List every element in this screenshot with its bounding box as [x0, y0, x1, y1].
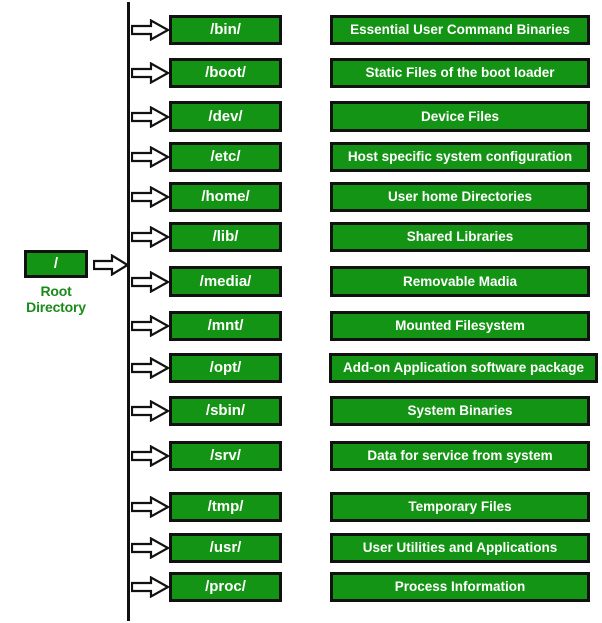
directory-box[interactable]: /srv/	[169, 441, 282, 471]
description-box-label: Add-on Application software package	[342, 360, 585, 375]
directory-box[interactable]: /sbin/	[169, 396, 282, 426]
directory-box-label: /sbin/	[205, 402, 246, 419]
description-box[interactable]: Temporary Files	[330, 492, 590, 522]
connector-arrow-icon	[131, 400, 171, 422]
directory-box[interactable]: /tmp/	[169, 492, 282, 522]
description-box[interactable]: Data for service from system	[330, 441, 590, 471]
filesystem-hierarchy-diagram: / Root Directory /bin/Essential User Com…	[0, 0, 602, 623]
description-box-label: Data for service from system	[367, 448, 553, 463]
connector-arrow-icon	[131, 496, 171, 518]
directory-box[interactable]: /etc/	[169, 142, 282, 172]
connector-arrow-icon	[131, 537, 171, 559]
description-box-label: User Utilities and Applications	[362, 540, 558, 555]
directory-box-label: /srv/	[210, 447, 241, 464]
directory-box[interactable]: /proc/	[169, 572, 282, 602]
connector-arrow-icon	[131, 146, 171, 168]
connector-arrow-icon	[131, 62, 171, 84]
description-box-label: Static Files of the boot loader	[365, 65, 555, 80]
directory-box[interactable]: /usr/	[169, 533, 282, 563]
directory-box-label: /lib/	[212, 228, 239, 245]
directory-box-label: /boot/	[205, 64, 246, 81]
description-box-label: Temporary Files	[408, 499, 512, 514]
description-box-label: User home Directories	[387, 189, 533, 204]
description-box[interactable]: Essential User Command Binaries	[330, 15, 590, 45]
description-box[interactable]: Mounted Filesystem	[330, 311, 590, 341]
connector-arrow-icon	[131, 226, 171, 248]
description-box[interactable]: Device Files	[330, 101, 590, 132]
directory-box[interactable]: /boot/	[169, 58, 282, 88]
description-box-label: Mounted Filesystem	[395, 318, 525, 333]
directory-box[interactable]: /mnt/	[169, 311, 282, 341]
description-box-label: Shared Libraries	[406, 229, 514, 244]
description-box-label: System Binaries	[407, 403, 513, 418]
description-box[interactable]: System Binaries	[330, 396, 590, 426]
directory-box[interactable]: /media/	[169, 266, 282, 297]
description-box-label: Process Information	[394, 579, 526, 594]
directory-box-label: /etc/	[210, 148, 241, 165]
connector-arrow-icon	[131, 105, 171, 128]
directory-box-label: /dev/	[208, 108, 243, 125]
description-box[interactable]: Removable Madia	[330, 266, 590, 297]
directory-box[interactable]: /bin/	[169, 15, 282, 45]
directory-box-label: /mnt/	[207, 317, 244, 334]
description-box[interactable]: Host specific system configuration	[330, 142, 590, 172]
description-box[interactable]: Static Files of the boot loader	[330, 58, 590, 88]
root-to-trunk-arrow-icon	[93, 254, 129, 276]
directory-box-label: /opt/	[209, 359, 242, 376]
root-directory-node: / Root Directory	[8, 250, 104, 315]
root-directory-caption: Root Directory	[8, 283, 104, 315]
root-directory-caption-line1: Root	[40, 283, 72, 299]
connector-arrow-icon	[131, 315, 171, 337]
connector-arrow-icon	[131, 357, 171, 379]
directory-box-label: /home/	[201, 188, 250, 205]
root-directory-box[interactable]: /	[24, 250, 88, 278]
description-box[interactable]: Shared Libraries	[330, 222, 590, 252]
connector-arrow-icon	[131, 445, 171, 467]
description-box-label: Essential User Command Binaries	[350, 22, 570, 37]
description-box-label: Host specific system configuration	[347, 149, 573, 164]
connector-arrow-icon	[131, 576, 171, 598]
directory-box-label: /proc/	[205, 578, 246, 595]
description-box[interactable]: Process Information	[330, 572, 590, 602]
directory-box[interactable]: /dev/	[169, 101, 282, 132]
root-directory-box-label: /	[53, 255, 59, 272]
description-box-label: Removable Madia	[402, 274, 518, 289]
root-directory-caption-line2: Directory	[26, 299, 86, 315]
description-box[interactable]: User Utilities and Applications	[330, 533, 590, 563]
directory-box-label: /tmp/	[207, 498, 244, 515]
directory-box-label: /usr/	[209, 539, 242, 556]
connector-arrow-icon	[131, 19, 171, 41]
description-box[interactable]: Add-on Application software package	[329, 353, 598, 383]
directory-box[interactable]: /opt/	[169, 353, 282, 383]
directory-box[interactable]: /lib/	[169, 222, 282, 252]
directory-box-label: /media/	[199, 273, 252, 290]
description-box-label: Device Files	[420, 109, 500, 124]
directory-box[interactable]: /home/	[169, 182, 282, 212]
connector-arrow-icon	[131, 270, 171, 293]
trunk-line	[127, 2, 130, 621]
directory-box-label: /bin/	[210, 21, 241, 38]
description-box[interactable]: User home Directories	[330, 182, 590, 212]
connector-arrow-icon	[131, 186, 171, 208]
